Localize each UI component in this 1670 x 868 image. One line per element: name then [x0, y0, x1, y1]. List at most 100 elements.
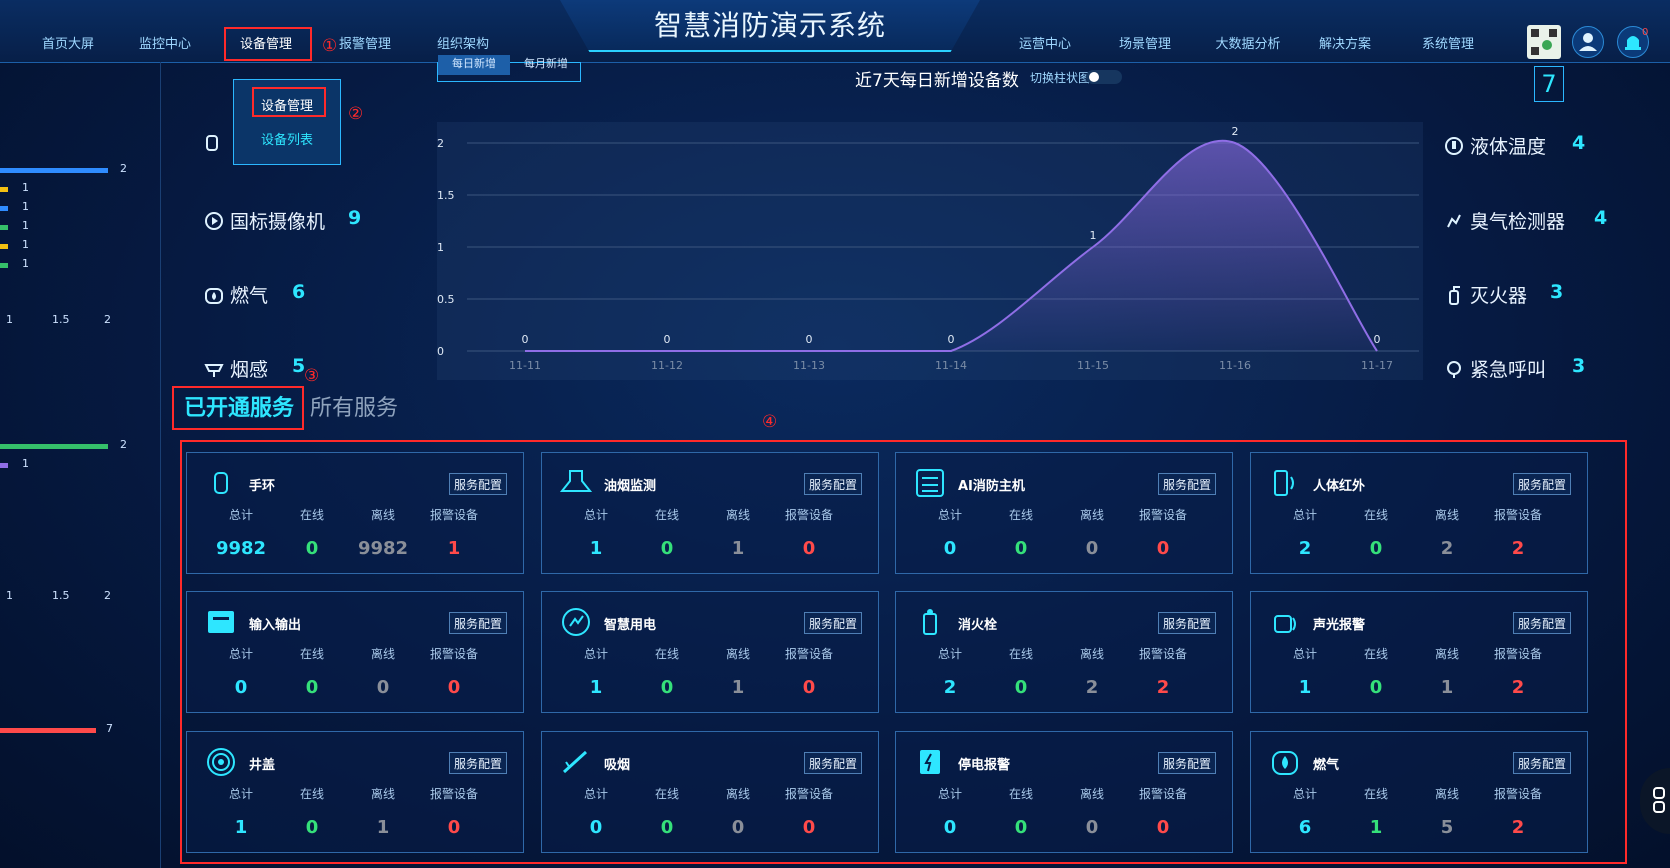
service-config-button[interactable]: 服务配置: [449, 473, 507, 495]
stat-label: 总计: [937, 787, 962, 801]
stat-online: 0: [1369, 538, 1383, 559]
dropdown-item-device-list[interactable]: 设备列表: [234, 129, 340, 148]
device-stat-camera: 国标摄像机 9: [204, 207, 361, 234]
y-tick-label: 1.5: [437, 189, 455, 202]
stat-label: 总计: [583, 787, 608, 801]
data-label: 0: [806, 333, 813, 346]
service-config-button[interactable]: 服务配置: [1158, 612, 1216, 634]
nav-monitor[interactable]: 监控中心: [125, 34, 205, 56]
service-card: 吸烟 服务配置 总计 0 在线 0 离线 0 报警设备 0: [541, 731, 879, 853]
hydrant-icon: [923, 609, 937, 635]
stat-label: 总计: [228, 647, 253, 661]
stat-alarm: 0: [447, 817, 461, 838]
service-name: 燃气: [1313, 758, 1340, 773]
device-value-odor: 4: [1594, 207, 1608, 229]
left-bar-7: [0, 444, 108, 449]
stat-label: 离线: [725, 647, 750, 661]
stat-label: 报警设备: [429, 787, 478, 801]
emergency-call-icon: [1447, 361, 1461, 378]
service-config-button[interactable]: 服务配置: [449, 612, 507, 634]
tab-monthly[interactable]: 每月新增: [510, 55, 582, 75]
device-stat-liquid-temp: 液体温度 4: [1444, 132, 1585, 159]
stat-offline: 1: [731, 677, 745, 698]
stat-label: 在线: [654, 647, 679, 661]
user-icon[interactable]: [1572, 26, 1604, 58]
x-tick-label: 11-17: [1361, 359, 1393, 372]
nav-system[interactable]: 系统管理: [1408, 34, 1488, 56]
nav-big-data[interactable]: 大数据分析: [1203, 34, 1293, 56]
smoke-detector-icon: [204, 364, 224, 377]
stat-label: 报警设备: [429, 647, 478, 661]
service-config-button[interactable]: 服务配置: [449, 752, 507, 774]
stat-label: 离线: [1079, 508, 1104, 522]
stat-label: 离线: [1434, 647, 1459, 661]
service-config-button[interactable]: 服务配置: [1513, 473, 1571, 495]
annotation-4: ④: [762, 412, 778, 432]
service-config-button[interactable]: 服务配置: [1513, 612, 1571, 634]
data-label: 0: [664, 333, 671, 346]
stat-label: 总计: [937, 508, 962, 522]
x-tick-label: 11-12: [651, 359, 683, 372]
stat-label: 总计: [228, 508, 253, 522]
stat-total: 1: [234, 817, 248, 838]
tab-all-services[interactable]: 所有服务: [310, 390, 398, 422]
service-config-button[interactable]: 服务配置: [1158, 473, 1216, 495]
service-card: 井盖 服务配置 总计 1 在线 0 离线 1 报警设备 0: [186, 731, 524, 853]
stat-offline: 0: [1085, 538, 1099, 559]
stat-alarm: 1: [447, 538, 461, 559]
floating-menu-button[interactable]: [1640, 768, 1670, 834]
manhole-icon: [207, 748, 235, 776]
tab-daily[interactable]: 每日新增: [438, 55, 510, 75]
left-value-2: 1: [22, 181, 29, 194]
corner-digit-icon: 7: [1534, 66, 1564, 102]
stat-label: 报警设备: [784, 787, 833, 801]
thermometer-icon: [1445, 137, 1463, 155]
chart-type-toggle[interactable]: [1086, 70, 1122, 84]
x-tick-label: 11-13: [793, 359, 825, 372]
watch-icon: [214, 472, 228, 494]
stat-label: 在线: [1363, 787, 1388, 801]
stat-total: 0: [234, 677, 248, 698]
stat-label: 报警设备: [784, 647, 833, 661]
service-config-button[interactable]: 服务配置: [1158, 752, 1216, 774]
left-bar-8: [0, 463, 8, 468]
nav-operations[interactable]: 运营中心: [1005, 34, 1085, 56]
chart-svg: 0 0.5 1 1.5 2 11-11 11-12 11-13 11-14 11-15 11-16 1…: [437, 125, 1419, 372]
stat-offline: 0: [376, 677, 390, 698]
nav-home[interactable]: 首页大屏: [28, 34, 108, 56]
nav-scenes[interactable]: 场景管理: [1105, 34, 1185, 56]
smoking-icon: [562, 750, 588, 774]
device-label-liquid-temp: 液体温度: [1470, 136, 1547, 158]
power-outage-icon: [920, 750, 940, 774]
chart-period-tabs: 每日新增 每月新增: [437, 55, 581, 82]
service-name: 油烟监测: [604, 479, 657, 494]
data-label: 2: [1232, 125, 1239, 138]
left-value-1: 2: [120, 162, 127, 175]
highlight-box-2: [252, 87, 326, 117]
service-config-button[interactable]: 服务配置: [804, 473, 862, 495]
left-bar-6: [0, 263, 8, 268]
left-axis-3: 2: [104, 313, 111, 326]
service-config-button[interactable]: 服务配置: [804, 752, 862, 774]
service-card: 手环 服务配置 总计 9982 在线 0 离线 9982 报警设备 1: [186, 452, 524, 574]
stat-label: 在线: [1363, 508, 1388, 522]
service-card: 人体红外 服务配置 总计 2 在线 0 离线 2 报警设备 2: [1250, 452, 1588, 574]
chart-area-fill: [525, 140, 1377, 351]
infrared-sensor-icon: [1274, 470, 1294, 496]
nav-organization[interactable]: 组织架构: [423, 34, 503, 56]
device-label-smoke: 烟感: [230, 359, 269, 381]
service-config-button[interactable]: 服务配置: [1513, 752, 1571, 774]
service-config-button[interactable]: 服务配置: [804, 612, 862, 634]
service-card: 智慧用电 服务配置 总计 1 在线 0 离线 1 报警设备 0: [541, 591, 879, 713]
notification-badge: 0: [1642, 27, 1649, 38]
device-value-emergency-call: 3: [1572, 355, 1586, 377]
y-tick-label: 2: [437, 137, 444, 150]
stat-label: 报警设备: [1493, 787, 1542, 801]
stat-label: 报警设备: [1138, 508, 1187, 522]
left-bar-5: [0, 244, 8, 249]
device-label-extinguisher: 灭火器: [1470, 285, 1528, 307]
qr-code-icon[interactable]: [1527, 25, 1561, 59]
stat-online: 0: [1014, 677, 1028, 698]
stat-total: 2: [943, 677, 957, 698]
nav-solutions[interactable]: 解决方案: [1305, 34, 1385, 56]
